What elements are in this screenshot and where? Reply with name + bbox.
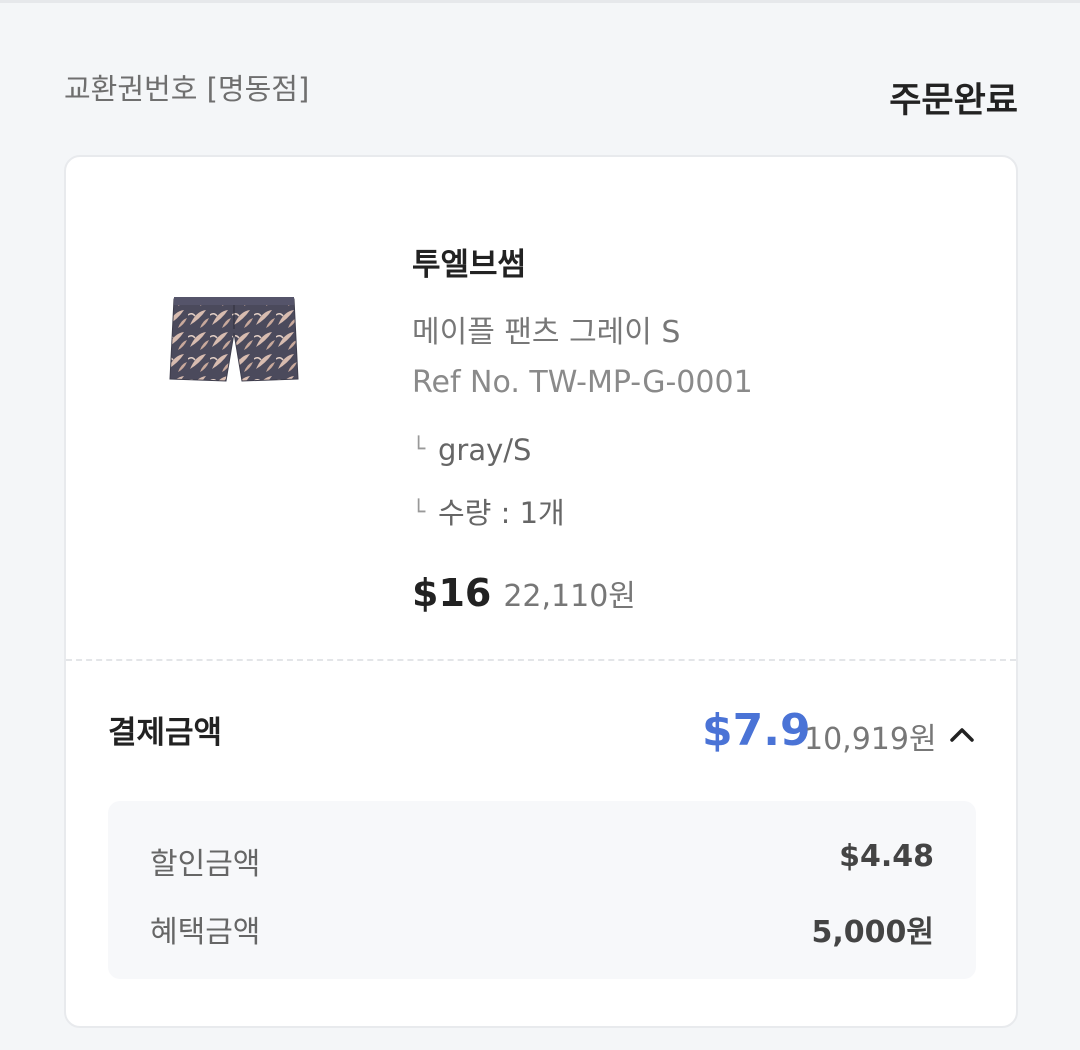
price-krw: 22,110원	[503, 579, 636, 614]
quantity-row: └ 수량 : 1개	[412, 490, 565, 532]
product-thumbnail[interactable]	[166, 285, 302, 397]
order-header: 교환권번호 [명동점] 주문완료	[64, 60, 1018, 121]
brand-name: 투엘브썸	[412, 247, 527, 283]
product-ref-number: Ref No. TW-MP-G-0001	[412, 365, 753, 400]
order-status: 주문완료	[889, 81, 1018, 121]
payment-amount-usd: $7.9	[702, 705, 811, 756]
price-usd: $16	[412, 571, 492, 615]
payment-amount-krw: 10,919원	[804, 722, 937, 757]
order-card: 투엘브썸 메이플 팬츠 그레이 S Ref No. TW-MP-G-0001 └…	[64, 155, 1018, 1028]
benefit-label: 혜택금액	[150, 915, 261, 950]
payment-detail-panel: 할인금액 $4.48 혜택금액 5,000원	[108, 801, 976, 979]
product-name: 메이플 팬츠 그레이 S	[412, 315, 681, 350]
payment-label: 결제금액	[108, 715, 223, 751]
discount-label: 할인금액	[150, 847, 261, 882]
dashed-divider	[66, 659, 1016, 661]
option-value: gray/S	[438, 433, 532, 467]
option-row: └ gray/S	[412, 433, 531, 467]
voucher-number-label: 교환권번호 [명동점]	[64, 72, 310, 106]
benefit-value: 5,000원	[811, 915, 935, 950]
top-divider	[0, 0, 1080, 3]
quantity-value: 수량 : 1개	[438, 496, 565, 530]
product-price: $16 22,110원	[412, 571, 636, 615]
sub-item-icon: └	[412, 500, 426, 525]
discount-value: $4.48	[839, 839, 934, 874]
sub-item-icon: └	[412, 437, 426, 462]
chevron-up-icon[interactable]	[948, 721, 976, 749]
